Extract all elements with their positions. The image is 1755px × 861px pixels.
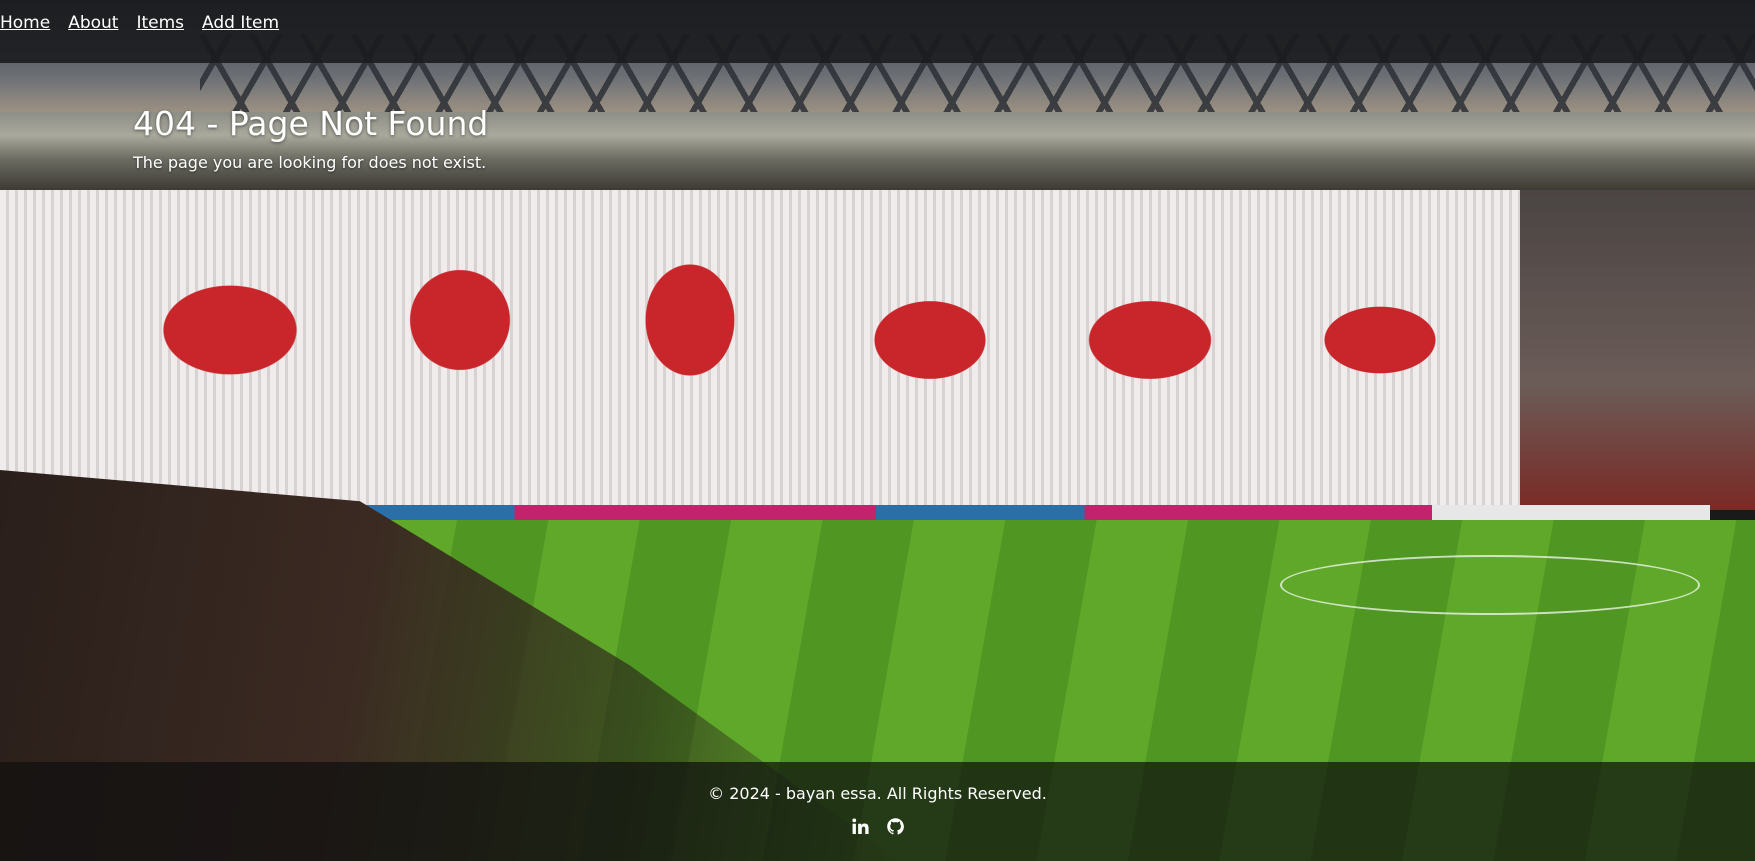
error-message: The page you are looking for does not ex…	[133, 153, 487, 172]
social-links	[0, 817, 1755, 836]
stadium-stand-right	[1520, 190, 1755, 510]
copyright-text: © 2024 - bayan essa. All Rights Reserved…	[708, 784, 1047, 803]
nav-link-items[interactable]: Items	[136, 13, 184, 33]
nav-link-home[interactable]: Home	[0, 13, 50, 33]
footer: © 2024 - bayan essa. All Rights Reserved…	[0, 762, 1755, 861]
error-hero: 404 - Page Not Found The page you are lo…	[133, 104, 488, 172]
nav-menu: Home About Items Add Item	[0, 13, 279, 33]
page-title: 404 - Page Not Found	[133, 104, 489, 143]
github-icon[interactable]	[886, 817, 905, 836]
center-circle	[1280, 555, 1700, 615]
linkedin-icon[interactable]	[851, 817, 870, 836]
nav-link-add-item[interactable]: Add Item	[202, 13, 279, 33]
nav-link-about[interactable]: About	[68, 13, 118, 33]
navbar: Home About Items Add Item	[0, 0, 1755, 63]
